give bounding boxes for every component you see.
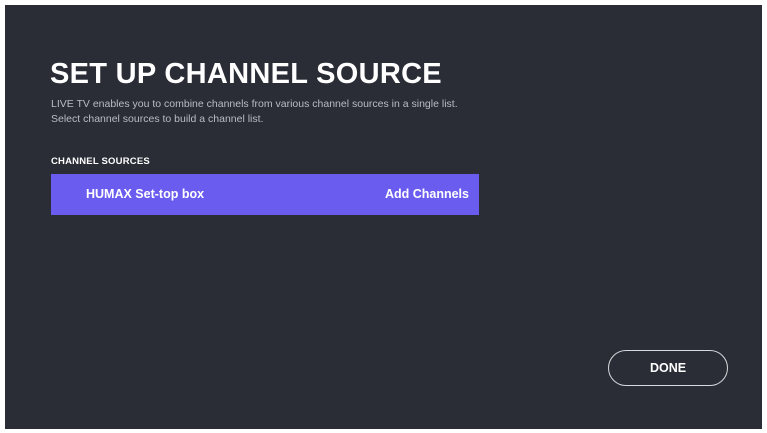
description-line-2: Select channel sources to build a channe…: [51, 113, 264, 125]
channel-source-item-humax[interactable]: HUMAX Set-top box Add Channels: [51, 174, 479, 215]
page-description: LIVE TV enables you to combine channels …: [51, 97, 458, 127]
channel-source-name: HUMAX Set-top box: [86, 187, 205, 201]
description-line-1: LIVE TV enables you to combine channels …: [51, 98, 458, 110]
add-channels-action: Add Channels: [384, 187, 469, 201]
done-button[interactable]: DONE: [608, 350, 728, 386]
channel-source-setup-screen: SET UP CHANNEL SOURCE LIVE TV enables yo…: [5, 5, 762, 429]
channel-sources-label: CHANNEL SOURCES: [51, 156, 150, 167]
page-title: SET UP CHANNEL SOURCE: [50, 58, 442, 90]
